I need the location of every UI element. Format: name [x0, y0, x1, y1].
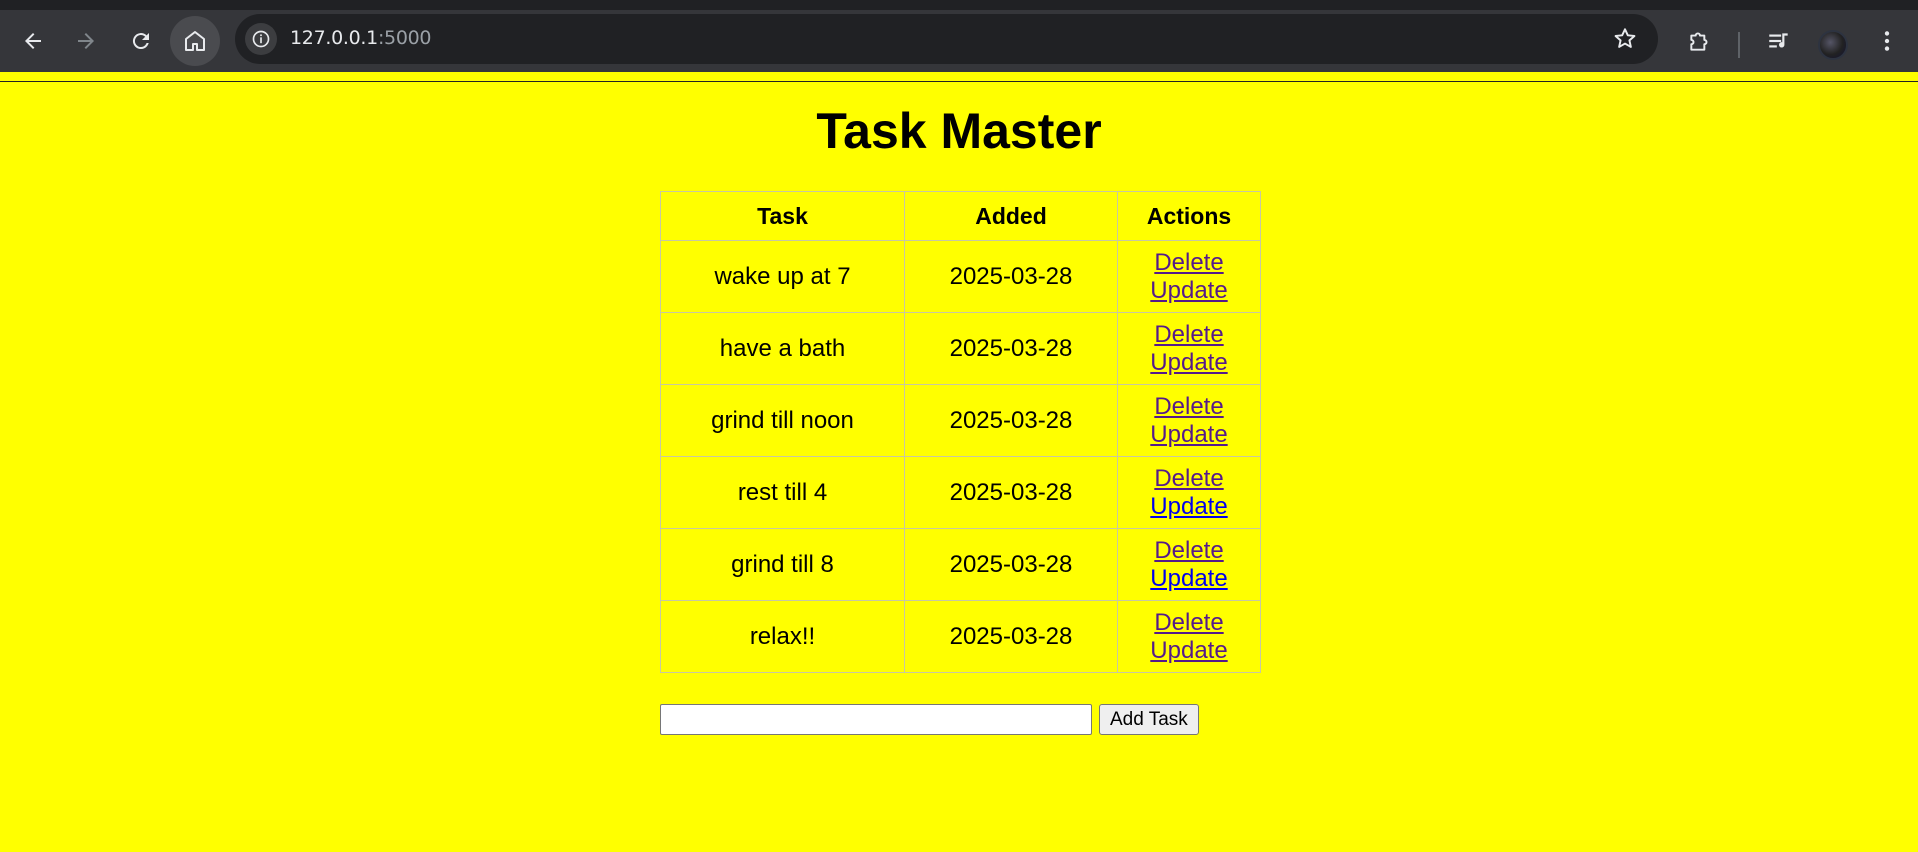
table-row: rest till 4 2025-03-28 Delete Update: [660, 456, 1261, 529]
url-port: :5000: [377, 27, 432, 49]
task-table-body: wake up at 7 2025-03-28 Delete Update have a…: [660, 240, 1261, 673]
toolbar-divider: [1738, 32, 1740, 58]
task-cell: relax!!: [660, 600, 905, 673]
added-date-cell: 2025-03-28: [904, 456, 1118, 529]
add-task-button[interactable]: Add Task: [1099, 704, 1199, 735]
url-host: 127.0.0.1: [290, 27, 378, 49]
media-queue-icon[interactable]: [1766, 28, 1792, 54]
task-cell: rest till 4: [660, 456, 905, 529]
task-cell: grind till noon: [660, 384, 905, 457]
update-link[interactable]: Update: [1118, 349, 1260, 377]
home-button[interactable]: [170, 16, 220, 66]
home-icon: [185, 31, 205, 51]
site-info-button[interactable]: [245, 23, 277, 55]
add-task-form: Add Task: [660, 704, 1199, 735]
table-row: wake up at 7 2025-03-28 Delete Update: [660, 240, 1261, 313]
kebab-menu-icon[interactable]: [1874, 28, 1900, 54]
address-bar[interactable]: 127.0.0.1:5000: [235, 14, 1658, 64]
arrow-left-icon: [25, 33, 41, 49]
page-title: Task Master: [816, 103, 1102, 159]
table-row: grind till 8 2025-03-28 Delete Update: [660, 528, 1261, 601]
table-row: have a bath 2025-03-28 Delete Update: [660, 312, 1261, 385]
task-input[interactable]: [660, 704, 1092, 735]
delete-link[interactable]: Delete: [1118, 393, 1260, 421]
header-added: Added: [904, 191, 1118, 241]
actions-cell: Delete Update: [1117, 240, 1261, 313]
actions-cell: Delete Update: [1117, 312, 1261, 385]
arrow-right-icon: [78, 33, 94, 49]
task-table: Task Added Actions wake up at 7 2025-03-2…: [660, 191, 1261, 673]
delete-link[interactable]: Delete: [1118, 609, 1260, 637]
actions-cell: Delete Update: [1117, 600, 1261, 673]
delete-link[interactable]: Delete: [1118, 321, 1260, 349]
task-cell: have a bath: [660, 312, 905, 385]
update-link[interactable]: Update: [1118, 421, 1260, 449]
task-cell: grind till 8: [660, 528, 905, 601]
browser-toolbar: 127.0.0.1:5000: [0, 0, 1918, 82]
delete-link[interactable]: Delete: [1118, 249, 1260, 277]
reload-button[interactable]: [116, 16, 166, 66]
task-cell: wake up at 7: [660, 240, 905, 313]
table-row: grind till noon 2025-03-28 Delete Update: [660, 384, 1261, 457]
puzzle-icon[interactable]: [1687, 28, 1713, 54]
actions-cell: Delete Update: [1117, 384, 1261, 457]
added-date-cell: 2025-03-28: [904, 384, 1118, 457]
url-text[interactable]: 127.0.0.1:5000: [290, 27, 432, 49]
update-link[interactable]: Update: [1118, 565, 1260, 593]
delete-link[interactable]: Delete: [1118, 537, 1260, 565]
profile-avatar[interactable]: [1818, 30, 1848, 60]
actions-cell: Delete Update: [1117, 456, 1261, 529]
table-row: relax!! 2025-03-28 Delete Update: [660, 600, 1261, 673]
star-icon[interactable]: [1612, 26, 1638, 52]
update-link[interactable]: Update: [1118, 277, 1260, 305]
update-link[interactable]: Update: [1118, 637, 1260, 665]
added-date-cell: 2025-03-28: [904, 240, 1118, 313]
info-icon: [252, 30, 270, 48]
actions-cell: Delete Update: [1117, 528, 1261, 601]
delete-link[interactable]: Delete: [1118, 465, 1260, 493]
table-header-row: Task Added Actions: [660, 191, 1261, 241]
header-task: Task: [660, 191, 905, 241]
page-content: Task Master Task Added Actions wake up a…: [0, 72, 1918, 852]
forward-button[interactable]: [61, 16, 111, 66]
added-date-cell: 2025-03-28: [904, 528, 1118, 601]
header-actions: Actions: [1117, 191, 1261, 241]
reload-icon: [132, 33, 149, 50]
update-link[interactable]: Update: [1118, 493, 1260, 521]
added-date-cell: 2025-03-28: [904, 312, 1118, 385]
added-date-cell: 2025-03-28: [904, 600, 1118, 673]
back-button[interactable]: [8, 16, 58, 66]
